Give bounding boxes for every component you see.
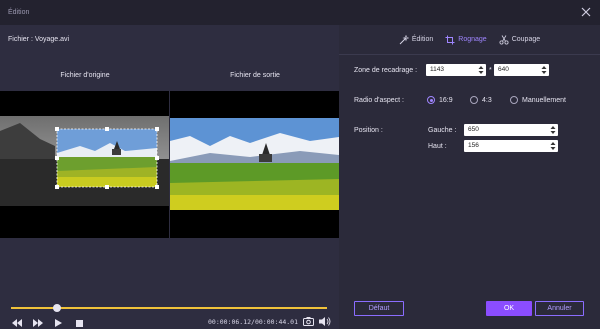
radio-dot bbox=[510, 96, 518, 104]
stepper-arrows-icon[interactable] bbox=[478, 65, 484, 75]
output-file-title: Fichier de sortie bbox=[230, 72, 280, 79]
magic-wand-icon bbox=[399, 34, 409, 44]
playback-time: 00:00:06.12/00:00:44.01 bbox=[208, 318, 299, 326]
stepper-arrows-icon[interactable] bbox=[550, 125, 556, 135]
tab-bar: Édition Rognage Coupage bbox=[339, 25, 600, 55]
aspect-option-label: 16:9 bbox=[439, 96, 453, 104]
tab-edition-label: Édition bbox=[411, 36, 434, 43]
aspect-option-4-3[interactable]: 4:3 bbox=[470, 96, 492, 104]
crop-width-value: 1143 bbox=[430, 66, 444, 73]
crop-height-value: 640 bbox=[498, 66, 509, 73]
crop-zone-label: Zone de recadrage : bbox=[354, 67, 418, 74]
aspect-option-label: 4:3 bbox=[482, 96, 492, 104]
output-preview bbox=[170, 91, 339, 238]
player-options bbox=[303, 316, 331, 327]
tab-edition[interactable]: Édition bbox=[399, 34, 434, 45]
settings-panel: Édition Rognage Coupage Zone de recadrag… bbox=[339, 25, 600, 329]
window-title: Édition bbox=[8, 9, 30, 16]
aspect-option-16-9[interactable]: 16:9 bbox=[427, 96, 453, 104]
tab-rognage[interactable]: Rognage bbox=[445, 35, 487, 45]
tab-coupage-label: Coupage bbox=[511, 36, 541, 43]
preview-panel: Fichier : Voyage.avi Fichier d'origine F… bbox=[0, 25, 339, 329]
original-preview bbox=[0, 91, 169, 238]
original-file-title: Fichier d'origine bbox=[60, 72, 110, 79]
position-label: Position : bbox=[354, 127, 383, 134]
position-top-value: 156 bbox=[468, 142, 479, 149]
progress-bar[interactable] bbox=[11, 304, 327, 312]
position-left-field[interactable]: 650 bbox=[464, 124, 558, 136]
position-top-field[interactable]: 156 bbox=[464, 140, 558, 152]
original-video-frame bbox=[0, 116, 169, 206]
scissors-icon bbox=[499, 34, 509, 45]
radio-dot bbox=[427, 96, 435, 104]
progress-knob[interactable] bbox=[52, 304, 61, 312]
crop-icon bbox=[445, 35, 455, 44]
crop-separator: * bbox=[489, 67, 492, 74]
title-bar: Édition bbox=[0, 0, 600, 25]
position-top-label: Haut : bbox=[428, 143, 447, 150]
default-button[interactable]: Défaut bbox=[354, 301, 404, 316]
aspect-option-manual[interactable]: Manuellement bbox=[510, 96, 566, 104]
stop-icon[interactable] bbox=[73, 317, 86, 329]
tab-rognage-label: Rognage bbox=[458, 36, 487, 43]
ok-button[interactable]: OK bbox=[486, 301, 532, 316]
cancel-button[interactable]: Annuler bbox=[535, 301, 584, 316]
output-video-frame bbox=[170, 118, 339, 210]
volume-icon[interactable] bbox=[319, 316, 331, 327]
close-icon[interactable] bbox=[580, 6, 592, 18]
tab-coupage[interactable]: Coupage bbox=[499, 34, 541, 45]
aspect-option-label: Manuellement bbox=[522, 96, 566, 104]
stepper-arrows-icon[interactable] bbox=[550, 141, 556, 151]
position-left-label: Gauche : bbox=[428, 127, 457, 134]
snapshot-icon[interactable] bbox=[303, 316, 314, 327]
play-icon[interactable] bbox=[52, 317, 65, 329]
radio-dot bbox=[470, 96, 478, 104]
playback-controls bbox=[10, 316, 86, 329]
fast-forward-icon[interactable] bbox=[31, 317, 44, 329]
aspect-ratio-label: Radio d'aspect : bbox=[354, 97, 404, 104]
crop-height-field[interactable]: 640 bbox=[494, 64, 549, 76]
crop-width-field[interactable]: 1143 bbox=[426, 64, 486, 76]
position-left-value: 650 bbox=[468, 126, 479, 133]
rewind-icon[interactable] bbox=[10, 317, 23, 329]
file-name-label: Fichier : Voyage.avi bbox=[8, 36, 70, 43]
stepper-arrows-icon[interactable] bbox=[541, 65, 547, 75]
